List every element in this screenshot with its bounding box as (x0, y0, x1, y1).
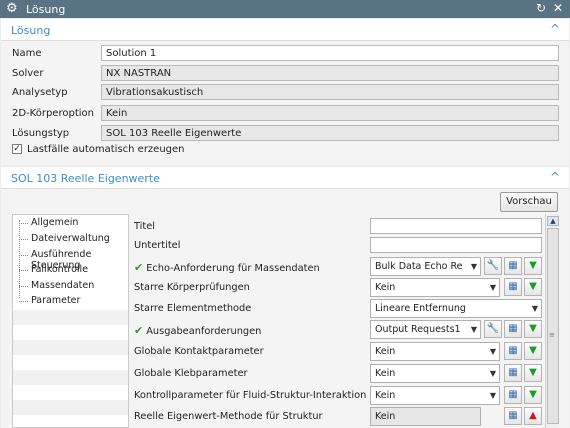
auto-loadcases-checkbox[interactable]: ✓ (12, 144, 22, 154)
fluid-structure-value: Kein (375, 390, 396, 401)
solution-type-label: Lösungstyp (12, 128, 70, 139)
down-arrow-icon[interactable]: ▼ (524, 386, 542, 404)
title-bar: ⚙ Lösung ↻ ✕ (0, 0, 570, 18)
body-2d-label: 2D-Körperoption (12, 108, 94, 119)
window-title: Lösung (26, 3, 66, 16)
down-arrow-icon[interactable]: ▼ (524, 278, 542, 296)
preview-button[interactable]: Vorschau (500, 192, 558, 212)
eigenvalue-method-label: Reelle Eigenwert-Methode für Struktur (134, 411, 323, 422)
global-glue-value: Kein (375, 368, 396, 379)
down-arrow-icon[interactable]: ▼ (524, 364, 542, 382)
vertical-scrollbar[interactable]: ▲ ≡ (545, 214, 559, 428)
tree-item-fallkontrolle[interactable]: Fallkontrolle (19, 264, 88, 275)
category-tree: Allgemein Dateiverwaltung Ausführende St… (12, 214, 129, 428)
tree-row-stripe (13, 310, 128, 325)
property-grid: Titel Untertitel ✔ Echo-Anforderung für M… (131, 214, 543, 428)
sol103-section: SOL 103 Reelle Eigenwerte ^ Vorschau All… (1, 167, 569, 428)
create-modeling-object-icon[interactable]: ▦ (504, 407, 522, 425)
title-input[interactable] (370, 218, 542, 234)
rigid-body-check-label: Starre Körperprüfungen (134, 282, 250, 293)
output-requests-value: Output Requests1 (375, 324, 461, 335)
rigid-element-method-value: Lineare Entfernung (375, 303, 466, 314)
create-modeling-object-icon[interactable]: ▦ (504, 278, 522, 296)
collapse-chevron-icon[interactable]: ^ (550, 170, 560, 184)
output-requests-label: ✔ Ausgabeanforderungen (134, 324, 261, 337)
fluid-structure-label: Kontrollparameter für Fluid-Struktur-Int… (134, 390, 367, 401)
rigid-body-check-value: Kein (375, 282, 396, 293)
section-title: Lösung (11, 24, 51, 37)
chevron-down-icon: ▼ (470, 262, 477, 271)
tree-row-stripe (13, 340, 128, 355)
echo-request-label-text: Echo-Anforderung für Massendaten (146, 263, 320, 274)
solver-label: Solver (12, 68, 44, 79)
title-label: Titel (134, 221, 155, 232)
echo-request-label: ✔ Echo-Anforderung für Massendaten (134, 261, 320, 274)
rigid-body-check-select[interactable]: Kein ▼ (370, 278, 500, 297)
fluid-structure-select[interactable]: Kein ▼ (370, 386, 500, 405)
echo-request-select[interactable]: Bulk Data Echo Re ▼ (370, 257, 481, 276)
global-glue-select[interactable]: Kein ▼ (370, 364, 500, 383)
edit-wrench-icon[interactable]: 🔧 (484, 257, 502, 275)
auto-loadcases-label: Lastfälle automatisch erzeugen (27, 144, 185, 155)
up-arrow-icon[interactable]: ▲ (524, 407, 542, 425)
grip-icon: ≡ (549, 331, 555, 339)
create-modeling-object-icon[interactable]: ▦ (504, 386, 522, 404)
down-arrow-icon[interactable]: ▼ (524, 257, 542, 275)
tree-row-stripe (13, 400, 128, 415)
scrollbar-thumb[interactable] (547, 228, 559, 424)
name-label: Name (12, 48, 42, 59)
gear-icon: ⚙ (6, 1, 18, 16)
create-modeling-object-icon[interactable]: ▦ (504, 364, 522, 382)
solver-field: NX NASTRAN (101, 65, 559, 81)
tree-item-allgemein[interactable]: Allgemein (19, 217, 78, 228)
echo-request-value: Bulk Data Echo Re (375, 261, 463, 272)
sol103-section-header[interactable]: SOL 103 Reelle Eigenwerte ^ (1, 167, 569, 189)
chevron-down-icon: ▼ (489, 347, 496, 356)
edit-wrench-icon[interactable]: 🔧 (484, 320, 502, 338)
check-icon: ✔ (134, 261, 144, 274)
tree-item-massendaten[interactable]: Massendaten (19, 280, 94, 291)
chevron-down-icon: ▼ (489, 369, 496, 378)
chevron-down-icon: ▼ (470, 325, 477, 334)
subtitle-label: Untertitel (134, 240, 181, 251)
solution-section: Lösung ^ Name Solution 1 Solver NX NASTR… (1, 19, 569, 165)
reset-icon[interactable]: ↻ (534, 1, 548, 15)
collapse-chevron-icon[interactable]: ^ (550, 22, 560, 36)
analysis-type-field: Vibrationsakustisch (101, 84, 559, 100)
down-arrow-icon[interactable]: ▼ (524, 342, 542, 360)
chevron-down-icon: ▼ (489, 391, 496, 400)
rigid-element-method-select[interactable]: Lineare Entfernung ▼ (370, 299, 542, 318)
down-arrow-icon[interactable]: ▼ (524, 320, 542, 338)
tree-row-stripe (13, 370, 128, 385)
solution-section-header[interactable]: Lösung ^ (1, 19, 569, 41)
tree-item-dateiverwaltung[interactable]: Dateiverwaltung (19, 233, 110, 244)
eigenvalue-method-select: Kein (370, 407, 481, 426)
body-2d-field: Kein (101, 105, 559, 121)
create-modeling-object-icon[interactable]: ▦ (504, 320, 522, 338)
analysis-type-label: Analysetyp (12, 87, 68, 98)
rigid-element-method-label: Starre Elementmethode (134, 303, 252, 314)
global-contact-value: Kein (375, 346, 396, 357)
output-requests-label-text: Ausgabeanforderungen (146, 326, 262, 337)
tree-item-parameter[interactable]: Parameter (19, 295, 80, 306)
subtitle-input[interactable] (370, 237, 542, 253)
create-modeling-object-icon[interactable]: ▦ (504, 342, 522, 360)
global-contact-select[interactable]: Kein ▼ (370, 342, 500, 361)
global-contact-label: Globale Kontaktparameter (134, 346, 264, 357)
scroll-up-icon[interactable]: ▲ (547, 216, 559, 226)
create-modeling-object-icon[interactable]: ▦ (504, 257, 522, 275)
solution-type-field: SOL 103 Reelle Eigenwerte (101, 125, 559, 141)
chevron-down-icon: ▼ (489, 283, 496, 292)
chevron-down-icon: ▼ (531, 304, 538, 313)
close-icon[interactable]: ✕ (551, 1, 565, 15)
section-title: SOL 103 Reelle Eigenwerte (11, 172, 160, 185)
global-glue-label: Globale Klebparameter (134, 368, 248, 379)
check-icon: ✔ (134, 324, 144, 337)
name-field[interactable]: Solution 1 (101, 45, 559, 61)
output-requests-select[interactable]: Output Requests1 ▼ (370, 320, 481, 339)
